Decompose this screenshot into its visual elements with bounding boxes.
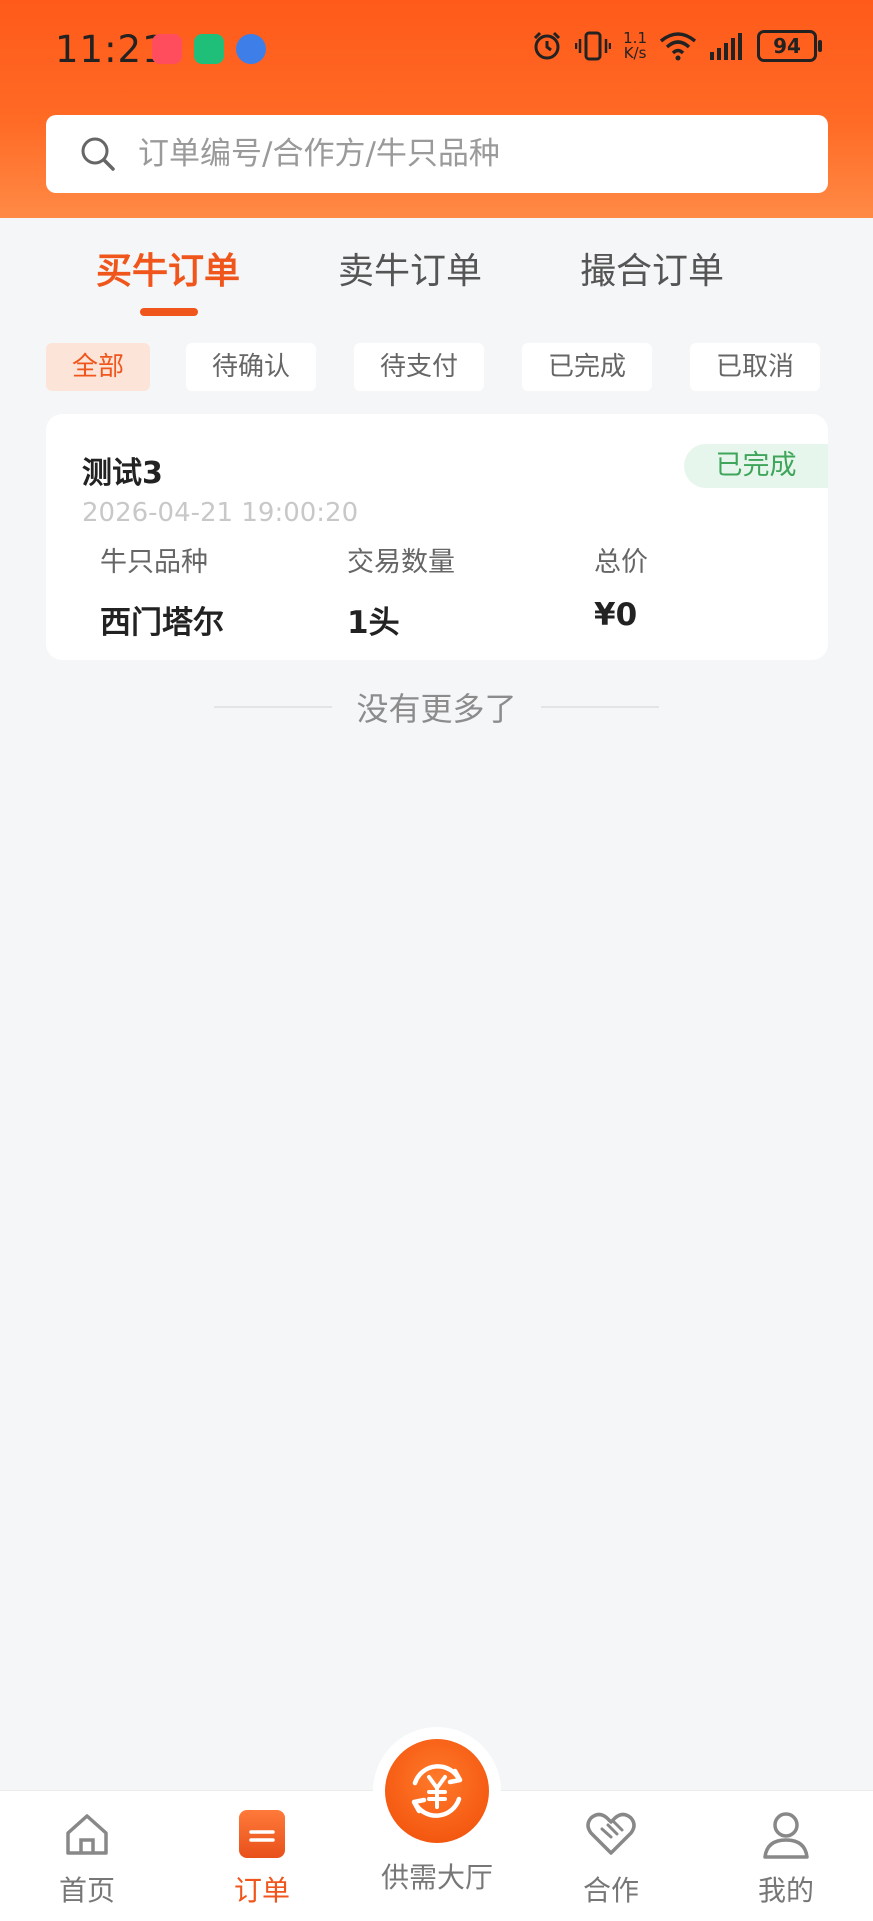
net-speed-unit: K/s	[623, 44, 647, 62]
quantity-field: 交易数量 1头	[347, 540, 455, 642]
vibrate-icon	[575, 31, 612, 61]
nav-cooperation[interactable]: 合作	[541, 1807, 681, 1909]
mi-home-app-icon	[194, 34, 224, 64]
filter-completed[interactable]: 已完成	[522, 343, 652, 391]
status-bar: 11:21 1.1 K/s 94	[0, 0, 873, 100]
active-tab-indicator	[140, 308, 198, 316]
divider	[541, 706, 659, 708]
tab-matched-orders[interactable]: 撮合订单	[552, 242, 752, 294]
order-title: 测试3	[82, 456, 163, 491]
status-time: 11:21	[55, 28, 167, 71]
handshake-icon	[586, 1812, 636, 1855]
header: 11:21 1.1 K/s 94 订单编号/合作方/牛只品种	[0, 0, 873, 218]
tab-sell-orders[interactable]: 卖牛订单	[310, 242, 510, 294]
home-icon	[66, 1814, 108, 1855]
signal-icon	[710, 33, 742, 60]
filter-pending-payment[interactable]: 待支付	[354, 343, 484, 391]
filter-cancelled[interactable]: 已取消	[690, 343, 820, 391]
nav-orders-label: 订单	[233, 1874, 290, 1907]
supply-demand-button-circle	[385, 1739, 489, 1843]
list-end-indicator: 没有更多了	[0, 680, 873, 730]
search-input[interactable]	[136, 135, 780, 173]
alarm-icon	[534, 31, 561, 60]
tab-buy-orders[interactable]: 买牛订单	[68, 242, 268, 294]
nav-home-label: 首页	[58, 1874, 115, 1907]
wifi-icon	[659, 32, 697, 61]
status-icons: 1.1 K/s 94	[531, 30, 822, 62]
quantity-value: 1头	[347, 605, 400, 641]
status-filters: 全部 待确认 待支付 已完成 已取消	[46, 343, 828, 391]
nav-cooperation-label: 合作	[582, 1874, 639, 1907]
order-icon	[239, 1810, 285, 1858]
battery-indicator: 94	[757, 30, 822, 62]
filter-pending-confirm[interactable]: 待确认	[186, 343, 316, 391]
total-price-label: 总价	[594, 547, 648, 578]
exchange-icon	[411, 1764, 463, 1818]
filter-all[interactable]: 全部	[46, 343, 150, 391]
search-icon	[81, 137, 115, 171]
breed-field: 牛只品种 西门塔尔	[100, 540, 224, 642]
user-icon	[763, 1812, 809, 1859]
list-end-text: 没有更多了	[356, 690, 517, 728]
order-time: 2026-04-21 19:00:20	[82, 498, 359, 528]
search-bar[interactable]	[46, 115, 828, 193]
nav-mine[interactable]: 我的	[716, 1807, 856, 1909]
net-speed: 1.1 K/s	[623, 31, 647, 61]
order-type-tabs: 买牛订单 卖牛订单 撮合订单	[0, 218, 873, 318]
nav-supply-demand-label[interactable]: 供需大厅	[343, 1856, 531, 1896]
breed-value: 西门塔尔	[100, 605, 224, 641]
supply-demand-button[interactable]	[373, 1727, 501, 1855]
nav-home[interactable]: 首页	[17, 1807, 157, 1909]
breed-label: 牛只品种	[100, 547, 208, 578]
quantity-label: 交易数量	[347, 547, 455, 578]
total-price-value: ¥0	[594, 597, 638, 633]
total-price-field: 总价 ¥0	[594, 540, 648, 633]
order-card[interactable]: 测试3 已完成 2026-04-21 19:00:20 牛只品种 西门塔尔 交易…	[46, 414, 828, 660]
huawei-app-icon	[152, 34, 182, 64]
nav-mine-label: 我的	[757, 1874, 814, 1907]
weather-app-icon	[236, 34, 266, 64]
nav-orders[interactable]: 订单	[192, 1807, 332, 1909]
status-badge: 已完成	[684, 444, 828, 488]
